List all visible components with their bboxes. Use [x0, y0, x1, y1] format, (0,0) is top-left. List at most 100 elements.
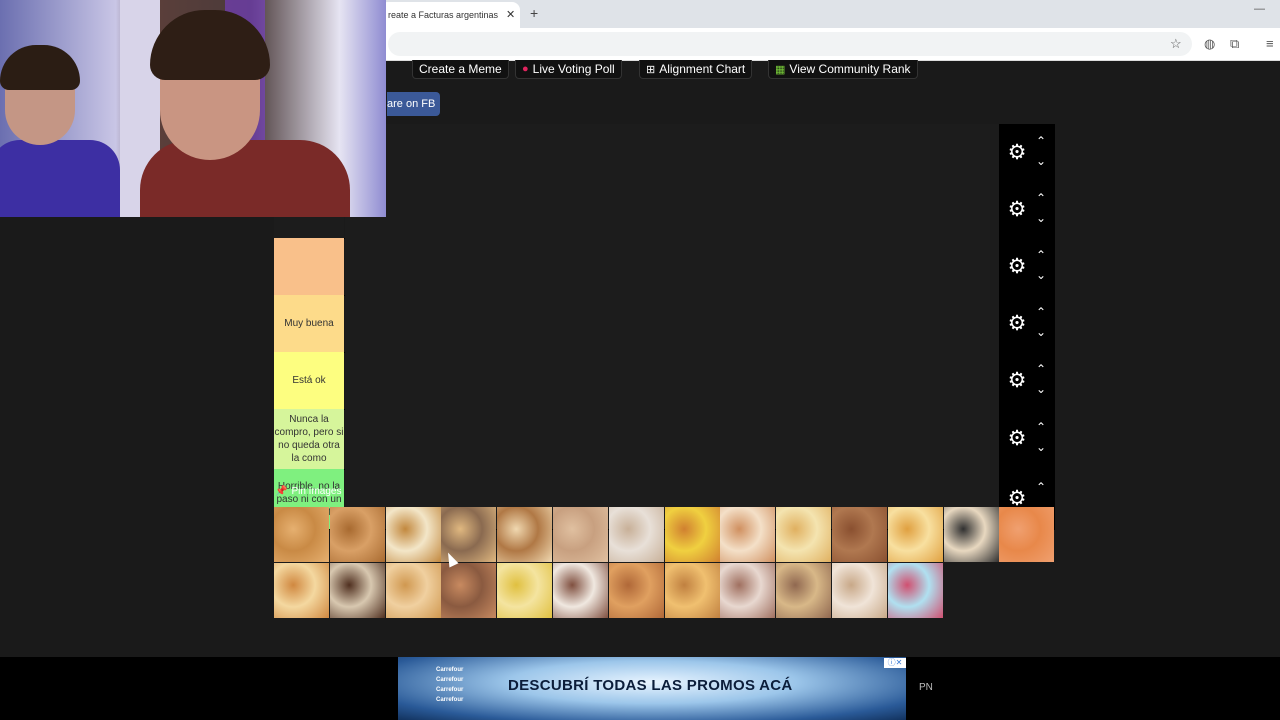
tier-row: ⚙ ⌃ ⌄: [274, 238, 1055, 296]
star-icon[interactable]: ☆: [1170, 36, 1182, 52]
tier-label[interactable]: Nunca la compro, pero si no queda otra l…: [274, 409, 344, 469]
community-rank-label: View Community Rank: [789, 62, 911, 76]
browser-tab-active[interactable]: reate a Facturas argentinas (Ti ✕: [380, 2, 520, 28]
food-image-thumbnail[interactable]: [497, 507, 553, 562]
tierlist-icon: ▦: [775, 63, 786, 76]
alignment-chart-label: Alignment Chart: [659, 62, 746, 76]
pin-images-label: Pin Images: [291, 486, 342, 497]
ad-banner[interactable]: Carrefour Carrefour Carrefour Carrefour …: [398, 657, 906, 720]
share-fb-button[interactable]: are on FB: [387, 92, 440, 116]
ad-brand: Carrefour: [436, 697, 464, 703]
tier-label[interactable]: [274, 238, 344, 295]
food-image-thumbnail[interactable]: [329, 563, 385, 618]
food-image-thumbnail[interactable]: [720, 563, 776, 618]
alignment-chart-button[interactable]: ⊞ Alignment Chart: [639, 60, 753, 79]
chevron-up-icon[interactable]: ⌃: [1033, 306, 1049, 318]
chevron-down-icon[interactable]: ⌄: [1033, 155, 1049, 167]
tier-controls: ⚙ ⌃ ⌄: [999, 295, 1055, 352]
food-image-thumbnail[interactable]: [553, 563, 608, 618]
chevron-up-icon[interactable]: ⌃: [1033, 363, 1049, 375]
tab-title: reate a Facturas argentinas (Ti: [388, 10, 500, 20]
food-image-thumbnail[interactable]: [441, 563, 497, 618]
food-image-thumbnail[interactable]: [608, 563, 664, 618]
tier-controls: ⚙ ⌃ ⌄: [999, 352, 1055, 409]
food-image-thumbnail[interactable]: [776, 507, 832, 562]
tier-drop-zone[interactable]: [345, 295, 999, 352]
close-icon[interactable]: ✕: [506, 8, 515, 21]
live-voting-button[interactable]: ● Live Voting Poll: [515, 60, 622, 79]
grid-icon: ⊞: [646, 63, 656, 76]
gear-icon[interactable]: ⚙: [1005, 255, 1029, 279]
ad-brand: Carrefour: [436, 677, 464, 683]
food-image-thumbnail[interactable]: [664, 507, 720, 562]
minimize-icon[interactable]: —: [1254, 3, 1265, 15]
webcam-overlay: [0, 0, 386, 217]
tier-controls: ⚙ ⌃ ⌄: [999, 181, 1055, 238]
tier-drop-zone[interactable]: [345, 238, 999, 295]
ad-brand: Carrefour: [436, 667, 464, 673]
tier-row: Muy buena ⚙ ⌃ ⌄: [274, 295, 1055, 353]
chevron-up-icon[interactable]: ⌃: [1033, 421, 1049, 433]
tier-row: ⚙ ⌃ ⌄: [274, 181, 1055, 239]
record-icon: ●: [522, 63, 529, 75]
gear-icon[interactable]: ⚙: [1005, 427, 1029, 451]
chevron-down-icon[interactable]: ⌄: [1033, 212, 1049, 224]
gear-icon[interactable]: ⚙: [1005, 198, 1029, 222]
tier-label[interactable]: Está ok: [274, 352, 344, 409]
food-image-thumbnail[interactable]: [608, 507, 664, 562]
pin-images-toggle[interactable]: 📌 Pin Images: [275, 486, 341, 497]
food-image-thumbnail[interactable]: [497, 563, 553, 618]
chevron-up-icon[interactable]: ⌃: [1033, 481, 1049, 493]
food-image-thumbnail[interactable]: [887, 507, 943, 562]
food-image-thumbnail[interactable]: [776, 563, 832, 618]
create-meme-label: Create a Meme: [419, 62, 502, 76]
chevron-up-icon[interactable]: ⌃: [1033, 249, 1049, 261]
food-image-thumbnail[interactable]: [329, 507, 385, 562]
ad-info-icon[interactable]: ⓘ✕: [884, 658, 906, 668]
food-image-thumbnail[interactable]: [832, 507, 887, 562]
puzzle-icon[interactable]: ⧉: [1230, 36, 1239, 52]
tier-drop-zone[interactable]: [345, 124, 999, 181]
food-image-thumbnail[interactable]: [887, 563, 943, 618]
food-image-thumbnail[interactable]: [553, 507, 608, 562]
extension-icon[interactable]: ◍: [1204, 36, 1215, 52]
food-image-thumbnail[interactable]: [832, 563, 887, 618]
food-image-thumbnail[interactable]: [999, 507, 1055, 562]
food-image-thumbnail[interactable]: [274, 563, 329, 618]
chevron-down-icon[interactable]: ⌄: [1033, 383, 1049, 395]
food-image-thumbnail[interactable]: [720, 507, 776, 562]
new-tab-button[interactable]: +: [530, 5, 538, 21]
tier-drop-zone[interactable]: [345, 352, 999, 409]
food-image-thumbnail[interactable]: [385, 507, 441, 562]
food-image-thumbnail[interactable]: [274, 507, 329, 562]
community-rank-button[interactable]: ▦ View Community Rank: [768, 60, 918, 79]
chevron-down-icon[interactable]: ⌄: [1033, 326, 1049, 338]
tier-controls: ⚙ ⌃ ⌄: [999, 238, 1055, 295]
chevron-down-icon[interactable]: ⌄: [1033, 441, 1049, 453]
live-voting-label: Live Voting Poll: [532, 62, 615, 76]
ad-headline: DESCUBRÍ TODAS LAS PROMOS ACÁ: [508, 677, 793, 694]
food-image-thumbnail[interactable]: [943, 507, 999, 562]
ad-brand: Carrefour: [436, 687, 464, 693]
create-meme-button[interactable]: Create a Meme: [412, 60, 509, 79]
gear-icon[interactable]: ⚙: [1005, 141, 1029, 165]
tier-label[interactable]: Muy buena: [274, 295, 344, 352]
tier-drop-zone[interactable]: [345, 181, 999, 238]
chevron-down-icon[interactable]: ⌄: [1033, 269, 1049, 281]
food-image-thumbnail[interactable]: [385, 563, 441, 618]
gear-icon[interactable]: ⚙: [1005, 312, 1029, 336]
tier-row: Está ok ⚙ ⌃ ⌄: [274, 352, 1055, 410]
chevron-up-icon[interactable]: ⌃: [1033, 192, 1049, 204]
chevron-up-icon[interactable]: ⌃: [1033, 135, 1049, 147]
tier-row: ⚙ ⌃ ⌄: [274, 124, 1055, 182]
gear-icon[interactable]: ⚙: [1005, 369, 1029, 393]
pin-icon: 📌: [275, 486, 288, 497]
tier-drop-zone[interactable]: [345, 409, 999, 469]
side-text: PN: [919, 682, 933, 693]
tier-row: Nunca la compro, pero si no queda otra l…: [274, 409, 1055, 470]
url-input[interactable]: [388, 32, 1192, 56]
tier-controls: ⚙ ⌃ ⌄: [999, 409, 1055, 469]
tier-controls: ⚙ ⌃ ⌄: [999, 124, 1055, 181]
menu-icon[interactable]: ≡: [1266, 36, 1274, 52]
food-image-thumbnail[interactable]: [664, 563, 720, 618]
